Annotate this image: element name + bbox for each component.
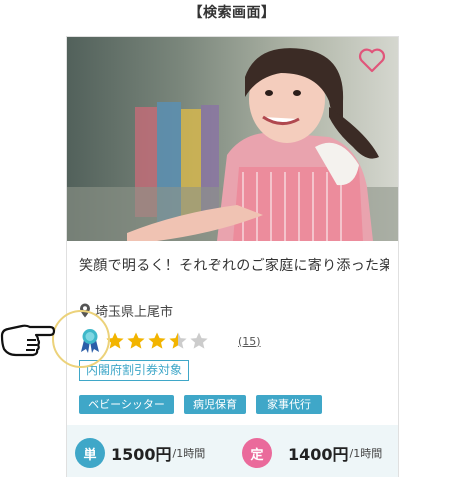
single-price-amount: 1500円 xyxy=(111,445,172,464)
fixed-price: 定 1400円 /1時間 xyxy=(242,438,382,468)
review-count-link[interactable]: (15) xyxy=(238,335,261,348)
profile-photo[interactable] xyxy=(67,37,398,241)
tag-babysitter[interactable]: ベビーシッター xyxy=(79,395,174,414)
star-icon xyxy=(106,332,124,349)
location: 埼玉県上尾市 xyxy=(79,301,173,320)
location-text: 埼玉県上尾市 xyxy=(95,305,174,320)
tag-housekeeping[interactable]: 家事代行 xyxy=(256,395,322,414)
star-icon xyxy=(190,332,208,349)
rating: (15) xyxy=(79,328,261,354)
tag-sick-childcare[interactable]: 病児保育 xyxy=(184,395,246,414)
award-ribbon-icon xyxy=(81,329,99,353)
pointing-hand-icon xyxy=(0,324,56,357)
page-heading: 【検索画面】 xyxy=(188,5,276,21)
single-price: 単 1500円 /1時間 xyxy=(75,438,205,468)
star-icon xyxy=(148,332,166,349)
heart-outline-icon[interactable] xyxy=(358,47,386,73)
sitter-card[interactable]: 笑顔で明るく！それぞれのご家庭に寄り添った楽 埼玉県上尾市 (15) 内閣府割引… xyxy=(66,36,399,477)
service-tags: ベビーシッター 病児保育 家事代行 xyxy=(79,395,332,414)
fixed-price-badge: 定 xyxy=(242,438,272,468)
map-pin-icon xyxy=(80,303,90,318)
price-bar: 単 1500円 /1時間 定 1400円 /1時間 xyxy=(67,425,398,477)
single-price-unit: /1時間 xyxy=(172,447,206,460)
star-icon xyxy=(127,332,145,349)
fixed-price-unit: /1時間 xyxy=(349,447,383,460)
profile-photo-image xyxy=(67,37,398,241)
single-price-badge: 単 xyxy=(75,438,105,468)
card-title[interactable]: 笑顔で明るく！それぞれのご家庭に寄り添った楽 xyxy=(79,255,389,275)
fixed-price-amount: 1400円 xyxy=(288,445,349,464)
star-rating xyxy=(105,331,210,351)
star-icon xyxy=(169,332,187,349)
coupon-badge: 内閣府割引券対象 xyxy=(79,360,190,381)
